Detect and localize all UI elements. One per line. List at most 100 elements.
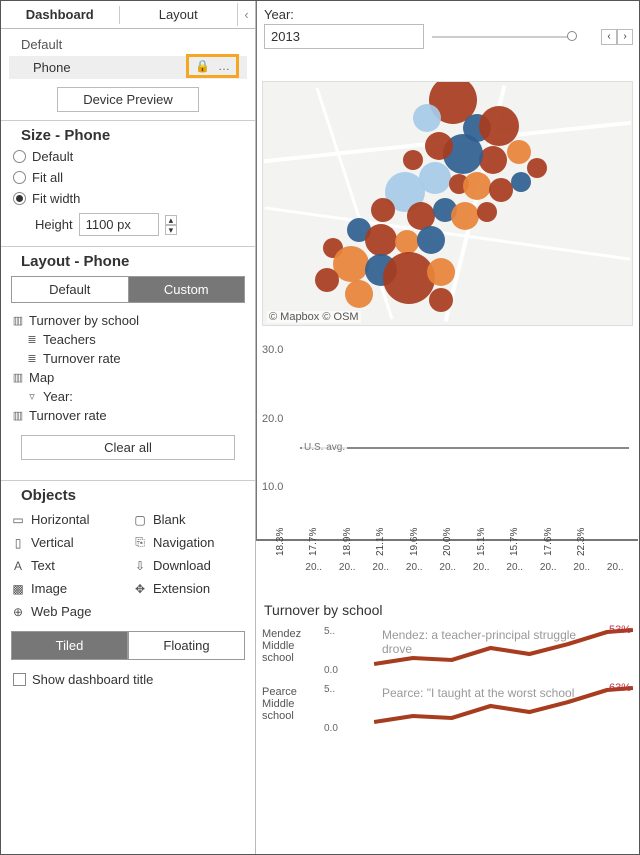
tree-label: Map xyxy=(29,370,54,385)
school-value: 53% xyxy=(609,624,631,636)
navigation-icon: ⎘ xyxy=(133,536,147,550)
lock-icon[interactable]: 🔒 xyxy=(195,59,210,73)
y-tick-label: 20.0 xyxy=(262,413,283,425)
tree-turnover-rate-2[interactable]: ▥Turnover rate xyxy=(11,406,245,425)
map-bubble[interactable] xyxy=(413,104,441,132)
map-bubble[interactable] xyxy=(527,158,547,178)
bar-value-label: 22.3% xyxy=(576,528,587,556)
layout-seg-custom[interactable]: Custom xyxy=(128,276,246,303)
school-headline: Pearce: "I taught at the worst school xyxy=(382,686,603,700)
dashboard-preview: Year: 2013 ‹ › © Mapbox © OSM 18.3%20. xyxy=(256,1,639,854)
obj-label: Web Page xyxy=(31,604,91,619)
obj-navigation[interactable]: ⎘Navigation xyxy=(133,533,245,552)
tree-year[interactable]: ▿Year: xyxy=(11,387,245,406)
bar-value-label: 18.9% xyxy=(342,528,353,556)
download-icon: ⇩ xyxy=(133,559,147,573)
horizontal-icon: ▭ xyxy=(11,513,25,527)
obj-image[interactable]: ▩Image xyxy=(11,579,123,598)
size-opt-fitall-label: Fit all xyxy=(32,170,63,185)
year-input[interactable]: 2013 xyxy=(264,24,424,49)
map-bubble[interactable] xyxy=(345,280,373,308)
year-next-button[interactable]: › xyxy=(617,29,633,45)
bar-value-label: 17.6% xyxy=(543,528,554,556)
bar-x-label: 20.. xyxy=(401,556,429,573)
map-bubble[interactable] xyxy=(383,252,435,304)
map-bubble[interactable] xyxy=(463,172,491,200)
year-slider[interactable] xyxy=(432,33,593,41)
bar-x-label: 20.. xyxy=(300,556,328,573)
bar-x-label: 20.. xyxy=(501,556,529,573)
device-phone-label: Phone xyxy=(33,60,71,75)
list-icon: ≣ xyxy=(25,352,39,365)
map-bubble[interactable] xyxy=(315,268,339,292)
map-bubble[interactable] xyxy=(479,106,519,146)
map-view[interactable]: © Mapbox © OSM xyxy=(262,81,633,326)
extension-icon: ✥ xyxy=(133,582,147,596)
map-bubble[interactable] xyxy=(451,202,479,230)
floating-button[interactable]: Floating xyxy=(128,631,245,660)
map-attribution: © Mapbox © OSM xyxy=(267,311,361,323)
layout-seg-default[interactable]: Default xyxy=(11,276,128,303)
map-bubble[interactable] xyxy=(371,198,395,222)
slider-thumb[interactable] xyxy=(567,31,577,41)
tab-dashboard[interactable]: Dashboard xyxy=(1,1,119,28)
map-bubble[interactable] xyxy=(417,226,445,254)
height-input[interactable]: 1100 px xyxy=(79,213,159,236)
obj-blank[interactable]: ▢Blank xyxy=(133,510,245,529)
obj-label: Horizontal xyxy=(31,512,90,527)
show-title-checkbox[interactable]: Show dashboard title xyxy=(11,668,245,691)
size-opt-default[interactable]: Default xyxy=(11,146,245,167)
more-icon[interactable]: … xyxy=(218,59,230,73)
step-up-icon[interactable]: ▴ xyxy=(165,215,178,225)
device-phone[interactable]: Phone 🔒 … xyxy=(9,56,247,79)
device-preview-button[interactable]: Device Preview xyxy=(57,87,200,112)
obj-label: Download xyxy=(153,558,211,573)
map-bubble[interactable] xyxy=(429,288,453,312)
map-bubble[interactable] xyxy=(395,230,419,254)
size-opt-fitall[interactable]: Fit all xyxy=(11,167,245,188)
y-tick-label: 10.0 xyxy=(262,481,283,493)
tree-turnover-by-school[interactable]: ▥Turnover by school xyxy=(11,311,245,330)
turnover-title: Turnover by school xyxy=(264,602,633,618)
map-bubble[interactable] xyxy=(425,132,453,160)
clear-all-button[interactable]: Clear all xyxy=(21,435,235,460)
step-down-icon[interactable]: ▾ xyxy=(165,225,178,235)
tree-teachers[interactable]: ≣Teachers xyxy=(11,330,245,349)
obj-download[interactable]: ⇩ Download xyxy=(133,556,245,575)
map-bubble[interactable] xyxy=(477,202,497,222)
bar-chart[interactable]: 18.3%20..17.7%20..18.9%20..21.1%20..19.6… xyxy=(262,340,633,590)
tiled-button[interactable]: Tiled xyxy=(11,631,128,660)
map-bubble[interactable] xyxy=(365,224,397,256)
height-stepper[interactable]: ▴▾ xyxy=(165,215,178,235)
size-opt-fitwidth[interactable]: Fit width xyxy=(11,188,245,209)
text-icon: A xyxy=(11,559,25,573)
map-bubble[interactable] xyxy=(403,150,423,170)
filter-icon: ▿ xyxy=(25,390,39,403)
school-value: 63% xyxy=(609,682,631,694)
collapse-pane-button[interactable]: ‹ xyxy=(237,3,255,26)
bar-value-label: 20.0% xyxy=(442,528,453,556)
map-bubble[interactable] xyxy=(479,146,507,174)
bar-value-label: 18.3% xyxy=(275,528,286,556)
layout-tree: ▥Turnover by school ≣Teachers ≣Turnover … xyxy=(11,311,245,425)
school-name: Mendez Middle school xyxy=(262,624,324,678)
tree-map[interactable]: ▥Map xyxy=(11,368,245,387)
obj-vertical[interactable]: ▯Vertical xyxy=(11,533,123,552)
map-bubble[interactable] xyxy=(427,258,455,286)
school-row[interactable]: Pearce Middle school5..0.0Pearce: "I tau… xyxy=(262,682,633,736)
image-icon: ▩ xyxy=(11,582,25,596)
school-row[interactable]: Mendez Middle school5..0.0Mendez: a teac… xyxy=(262,624,633,678)
school-name: Pearce Middle school xyxy=(262,682,324,736)
map-bubble[interactable] xyxy=(507,140,531,164)
device-default[interactable]: Default xyxy=(9,33,247,56)
tree-turnover-rate-1[interactable]: ≣Turnover rate xyxy=(11,349,245,368)
obj-extension[interactable]: ✥Extension xyxy=(133,579,245,598)
obj-horizontal[interactable]: ▭ Horizontal xyxy=(11,510,123,529)
obj-webpage[interactable]: ⊕Web Page xyxy=(11,602,123,621)
map-bubble[interactable] xyxy=(489,178,513,202)
year-prev-button[interactable]: ‹ xyxy=(601,29,617,45)
obj-text[interactable]: AText xyxy=(11,556,123,575)
tab-layout[interactable]: Layout xyxy=(120,1,238,28)
map-bubble[interactable] xyxy=(511,172,531,192)
bar-x-label: 20.. xyxy=(434,556,462,573)
